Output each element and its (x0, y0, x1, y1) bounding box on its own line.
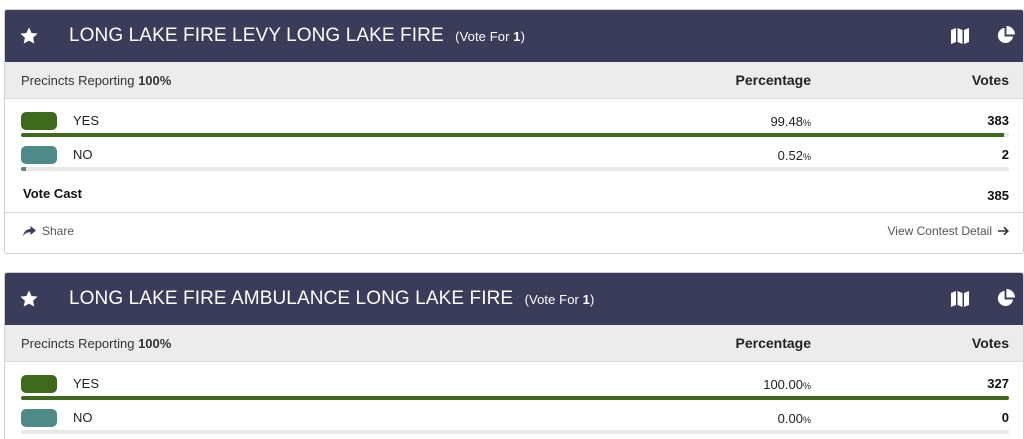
precincts-label: Precincts Reporting (21, 73, 139, 88)
vote-for-suffix: ) (590, 292, 595, 307)
precincts-value: 100% (138, 73, 172, 88)
choice-percentage-value: 100.00 (763, 377, 803, 392)
percentage-header: Percentage (735, 72, 811, 88)
vote-for-note: (Vote For 1) (455, 29, 525, 44)
choice-votes: 0 (1001, 410, 1009, 425)
pie-chart-icon[interactable] (996, 289, 1015, 308)
choice-color-swatch (21, 146, 57, 164)
choice-percentage: 99.48% (770, 114, 811, 129)
precincts-reporting: Precincts Reporting 100% (21, 73, 171, 88)
percent-sign: % (802, 415, 811, 425)
choice-label: NO (73, 410, 93, 425)
map-icon[interactable] (951, 291, 969, 307)
choice-label: NO (73, 147, 93, 162)
contest-title-row: LONG LAKE FIRE AMBULANCE LONG LAKE FIRE … (69, 288, 594, 310)
choice-row: YES 100.00% 327 (5, 362, 1023, 400)
percent-sign: % (802, 118, 811, 128)
percent-sign: % (802, 381, 811, 391)
choice-label: YES (73, 376, 100, 391)
choice-percentage: 0.00% (778, 411, 811, 426)
favorite-star-icon[interactable] (19, 26, 39, 46)
choice-row: NO 0.00% 0 (5, 396, 1023, 434)
choice-percentage: 100.00% (763, 377, 811, 392)
contest-title-row: LONG LAKE FIRE LEVY LONG LAKE FIRE (Vote… (69, 25, 525, 47)
arrow-right-icon (998, 226, 1009, 236)
vote-for-prefix: (Vote For (524, 292, 583, 307)
contest-title: LONG LAKE FIRE LEVY LONG LAKE FIRE (69, 25, 444, 46)
vote-cast-value: 385 (987, 188, 1009, 203)
share-label: Share (42, 224, 75, 238)
map-icon[interactable] (951, 28, 969, 44)
column-header: Precincts Reporting 100% Percentage Vote… (5, 62, 1023, 99)
view-contest-detail-link[interactable]: View Contest Detail (888, 224, 1010, 238)
contest-header: LONG LAKE FIRE AMBULANCE LONG LAKE FIRE … (5, 273, 1023, 325)
pie-chart-icon[interactable] (996, 26, 1015, 45)
choice-color-swatch (21, 409, 57, 427)
precincts-label: Precincts Reporting (21, 336, 139, 351)
choice-label: YES (73, 113, 100, 128)
contest-card: LONG LAKE FIRE LEVY LONG LAKE FIRE (Vote… (4, 9, 1024, 254)
contest-header: LONG LAKE FIRE LEVY LONG LAKE FIRE (Vote… (5, 10, 1023, 62)
choice-color-swatch (21, 375, 57, 393)
choice-row: YES 99.48% 383 (5, 99, 1023, 137)
choice-percentage: 0.52% (778, 148, 811, 163)
vote-for-prefix: (Vote For (455, 29, 514, 44)
choice-votes: 2 (1001, 147, 1009, 162)
contest-title: LONG LAKE FIRE AMBULANCE LONG LAKE FIRE (69, 288, 514, 309)
choice-votes: 383 (987, 113, 1009, 128)
percentage-header: Percentage (735, 335, 811, 351)
choice-row: NO 0.52% 2 (5, 133, 1023, 171)
vote-for-number: 1 (513, 29, 521, 44)
votes-header: Votes (971, 335, 1009, 351)
vote-for-suffix: ) (520, 29, 525, 44)
vote-for-note: (Vote For 1) (525, 292, 595, 307)
vote-cast-label: Vote Cast (23, 186, 82, 201)
choice-percentage-value: 0.52 (777, 148, 803, 163)
precincts-value: 100% (138, 336, 172, 351)
percent-sign: % (802, 152, 811, 162)
precincts-reporting: Precincts Reporting 100% (21, 336, 171, 351)
share-button[interactable]: Share (23, 224, 74, 238)
view-contest-detail-label: View Contest Detail (887, 224, 993, 238)
choice-percentage-value: 99.48 (770, 114, 803, 129)
vote-for-number: 1 (582, 292, 591, 307)
choice-votes: 327 (987, 376, 1009, 391)
votes-header: Votes (971, 72, 1009, 88)
favorite-star-icon[interactable] (19, 289, 39, 309)
vote-cast-row: Vote Cast 385 (5, 167, 1023, 213)
contest-footer: Share View Contest Detail (5, 213, 1023, 249)
column-header: Precincts Reporting 100% Percentage Vote… (5, 325, 1023, 362)
choice-color-swatch (21, 112, 57, 130)
share-arrow-icon (23, 225, 36, 236)
choice-percentage-value: 0.00 (777, 411, 803, 426)
vote-share-bar (21, 430, 1009, 434)
contest-card: LONG LAKE FIRE AMBULANCE LONG LAKE FIRE … (4, 272, 1024, 439)
